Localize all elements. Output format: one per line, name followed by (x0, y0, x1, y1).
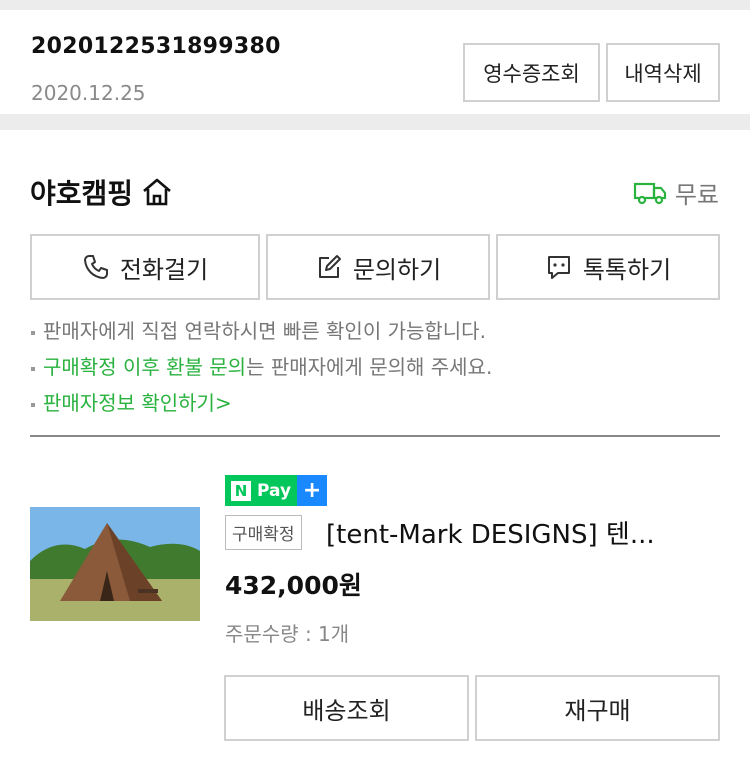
call-button[interactable]: 전화걸기 (30, 234, 260, 300)
reorder-button[interactable]: 재구매 (475, 675, 720, 741)
chat-bubble-icon (547, 256, 570, 279)
bullet (31, 330, 35, 335)
note-seller-info: 판매자정보 확인하기> (31, 385, 492, 421)
edit-icon (318, 255, 341, 278)
note-refund-text: 는 판매자에게 문의해 주세요. (246, 355, 493, 379)
seller-section: 야호캠핑 무료 전화걸기 문의하기 톡톡하기 판매자에게 직접 연락하시면 빠른… (0, 130, 750, 779)
call-label: 전화걸기 (119, 255, 209, 284)
inquiry-label: 문의하기 (352, 255, 442, 284)
product-price: 432,000원 (225, 571, 362, 600)
inquiry-button[interactable]: 문의하기 (266, 234, 490, 300)
npay-label: Pay (257, 480, 292, 501)
note-contact-text: 판매자에게 직접 연락하시면 빠른 확인이 가능합니다. (43, 319, 486, 343)
product-name[interactable]: [tent-Mark DESIGNS] 텐... (326, 514, 655, 551)
naver-n-icon: N (231, 480, 251, 501)
receipt-button[interactable]: 영수증조회 (463, 43, 600, 102)
shipping-fee: 무료 (633, 175, 719, 210)
talktalk-button[interactable]: 톡톡하기 (496, 234, 720, 300)
seller-info-link[interactable]: 판매자정보 확인하기> (43, 391, 232, 415)
chevron-right-icon: > (214, 391, 232, 415)
npay-plus-badge: N Pay + (225, 475, 328, 506)
phone-icon (83, 255, 108, 279)
order-header: 2020122531899380 2020.12.25 영수증조회 내역삭제 (0, 10, 750, 114)
purchase-status-badge: 구매확정 (225, 515, 302, 550)
seller-name[interactable]: 야호캠핑 (30, 172, 173, 212)
npay-box: N Pay (225, 475, 298, 506)
track-shipping-button[interactable]: 배송조회 (224, 675, 469, 741)
bullet (31, 402, 35, 407)
order-quantity: 주문수량 : 1개 (225, 622, 350, 646)
seller-name-label: 야호캠핑 (30, 177, 134, 210)
top-gap (0, 0, 750, 10)
delete-history-button[interactable]: 내역삭제 (606, 43, 720, 102)
talktalk-label: 톡톡하기 (582, 255, 672, 284)
order-date: 2020.12.25 (31, 81, 146, 105)
refund-inquiry-link[interactable]: 구매확정 이후 환불 문의 (43, 355, 246, 379)
order-number: 2020122531899380 (31, 34, 281, 59)
seller-info-link-label: 판매자정보 확인하기 (43, 391, 215, 415)
divider (30, 435, 720, 437)
note-refund: 구매확정 이후 환불 문의는 판매자에게 문의해 주세요. (31, 349, 492, 385)
shipping-fee-label: 무료 (674, 181, 719, 209)
seller-notes: 판매자에게 직접 연락하시면 빠른 확인이 가능합니다. 구매확정 이후 환불 … (31, 313, 492, 421)
product-thumbnail[interactable] (30, 501, 200, 621)
section-gap (0, 114, 750, 130)
truck-icon (633, 182, 666, 204)
bullet (31, 366, 35, 371)
store-home-icon (143, 178, 171, 206)
note-contact: 판매자에게 직접 연락하시면 빠른 확인이 가능합니다. (31, 313, 492, 349)
plus-icon: + (297, 475, 328, 506)
